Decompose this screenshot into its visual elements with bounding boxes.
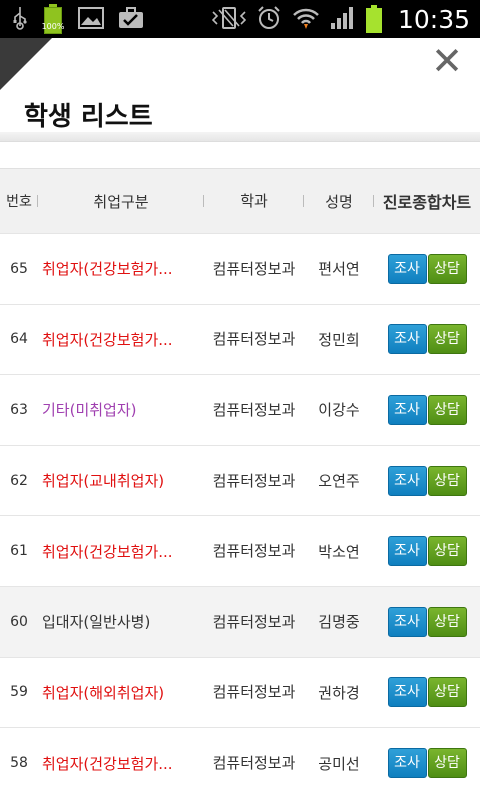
column-header-number: 번호: [0, 169, 38, 234]
employment-type[interactable]: 취업자(해외취업자): [38, 656, 204, 728]
student-name[interactable]: 박소연: [304, 515, 374, 587]
column-header-department: 학과: [204, 169, 304, 234]
student-table: 번호 취업구분 학과 성명 진로종합차트 65 취업자(건강보험가... 컴퓨터정보…: [0, 168, 480, 799]
row-number: 62: [0, 444, 38, 516]
employment-type[interactable]: 기타(미취업자): [38, 374, 204, 446]
row-number: 65: [0, 233, 38, 305]
consult-button[interactable]: 상담: [427, 677, 467, 708]
table-header-row: 번호 취업구분 학과 성명 진로종합차트: [0, 168, 480, 234]
consult-button[interactable]: 상담: [427, 394, 467, 425]
student-name[interactable]: 정민희: [304, 303, 374, 375]
battery-icon: [365, 5, 382, 33]
career-chart-actions: 조사 상담: [374, 656, 480, 728]
department: 컴퓨터정보과: [204, 727, 304, 799]
vibrate-icon: [211, 6, 247, 33]
career-chart-actions: 조사 상담: [374, 444, 480, 516]
battery-percent: 100%: [41, 22, 65, 31]
status-bar: 100% 10:35: [0, 0, 480, 38]
row-number: 58: [0, 727, 38, 799]
student-name[interactable]: 권하경: [304, 656, 374, 728]
usb-icon: [12, 6, 28, 33]
career-chart-actions: 조사 상담: [374, 515, 480, 587]
career-chart-actions: 조사 상담: [374, 233, 480, 305]
consult-button[interactable]: 상담: [427, 536, 467, 567]
career-chart-actions: 조사 상담: [374, 727, 480, 799]
page-title: 학생 리스트: [24, 102, 153, 132]
alarm-icon: [256, 5, 282, 34]
career-chart-actions: 조사 상담: [374, 303, 480, 375]
survey-button[interactable]: 조사: [387, 324, 427, 355]
department: 컴퓨터정보과: [204, 515, 304, 587]
briefcase-icon: [118, 6, 144, 32]
department: 컴퓨터정보과: [204, 444, 304, 516]
employment-type[interactable]: 취업자(교내취업자): [38, 444, 204, 516]
survey-button[interactable]: 조사: [387, 394, 427, 425]
battery-icon: 100%: [42, 4, 64, 34]
survey-button[interactable]: 조사: [387, 465, 427, 496]
employment-type[interactable]: 취업자(건강보험가...: [38, 515, 204, 587]
student-name[interactable]: 김명중: [304, 585, 374, 658]
student-name[interactable]: 공미선: [304, 727, 374, 799]
employment-type[interactable]: 입대자(일반사병): [38, 585, 204, 658]
student-name[interactable]: 편서연: [304, 233, 374, 305]
table-row[interactable]: 60 입대자(일반사병) 컴퓨터정보과 김명중 조사 상담: [0, 585, 480, 658]
row-number: 63: [0, 374, 38, 446]
student-name[interactable]: 오연주: [304, 444, 374, 516]
image-icon: [78, 6, 104, 32]
close-button[interactable]: ✕: [430, 42, 464, 80]
department: 컴퓨터정보과: [204, 585, 304, 658]
student-name[interactable]: 이강수: [304, 374, 374, 446]
table-row[interactable]: 64 취업자(건강보험가... 컴퓨터정보과 정민희 조사 상담: [0, 303, 480, 375]
department: 컴퓨터정보과: [204, 303, 304, 375]
table-row[interactable]: 63 기타(미취업자) 컴퓨터정보과 이강수 조사 상담: [0, 374, 480, 446]
table-row[interactable]: 58 취업자(건강보험가... 컴퓨터정보과 공미선 조사 상담: [0, 727, 480, 799]
row-number: 64: [0, 303, 38, 375]
header-divider: [0, 132, 480, 142]
survey-button[interactable]: 조사: [387, 748, 427, 779]
table-row[interactable]: 65 취업자(건강보험가... 컴퓨터정보과 편서연 조사 상담: [0, 233, 480, 305]
corner-decoration: [0, 38, 52, 90]
employment-type[interactable]: 취업자(건강보험가...: [38, 233, 204, 305]
signal-icon: [330, 6, 356, 33]
wifi-icon: [292, 6, 320, 33]
career-chart-actions: 조사 상담: [374, 374, 480, 446]
row-number: 61: [0, 515, 38, 587]
table-row[interactable]: 59 취업자(해외취업자) 컴퓨터정보과 권하경 조사 상담: [0, 656, 480, 728]
row-number: 59: [0, 656, 38, 728]
consult-button[interactable]: 상담: [427, 606, 467, 637]
table-row[interactable]: 62 취업자(교내취업자) 컴퓨터정보과 오연주 조사 상담: [0, 444, 480, 516]
consult-button[interactable]: 상담: [427, 465, 467, 496]
column-header-employment-type: 취업구분: [38, 169, 204, 234]
department: 컴퓨터정보과: [204, 374, 304, 446]
survey-button[interactable]: 조사: [387, 606, 427, 637]
clock-time: 10:35: [397, 4, 470, 34]
survey-button[interactable]: 조사: [387, 253, 427, 284]
department: 컴퓨터정보과: [204, 656, 304, 728]
survey-button[interactable]: 조사: [387, 536, 427, 567]
consult-button[interactable]: 상담: [427, 253, 467, 284]
survey-button[interactable]: 조사: [387, 677, 427, 708]
table-row[interactable]: 61 취업자(건강보험가... 컴퓨터정보과 박소연 조사 상담: [0, 515, 480, 587]
department: 컴퓨터정보과: [204, 233, 304, 305]
row-number: 60: [0, 585, 38, 658]
consult-button[interactable]: 상담: [427, 748, 467, 779]
employment-type[interactable]: 취업자(건강보험가...: [38, 303, 204, 375]
column-header-name: 성명: [304, 169, 374, 234]
career-chart-actions: 조사 상담: [374, 585, 480, 658]
column-header-career-chart: 진로종합차트: [382, 193, 472, 212]
consult-button[interactable]: 상담: [427, 324, 467, 355]
employment-type[interactable]: 취업자(건강보험가...: [38, 727, 204, 799]
